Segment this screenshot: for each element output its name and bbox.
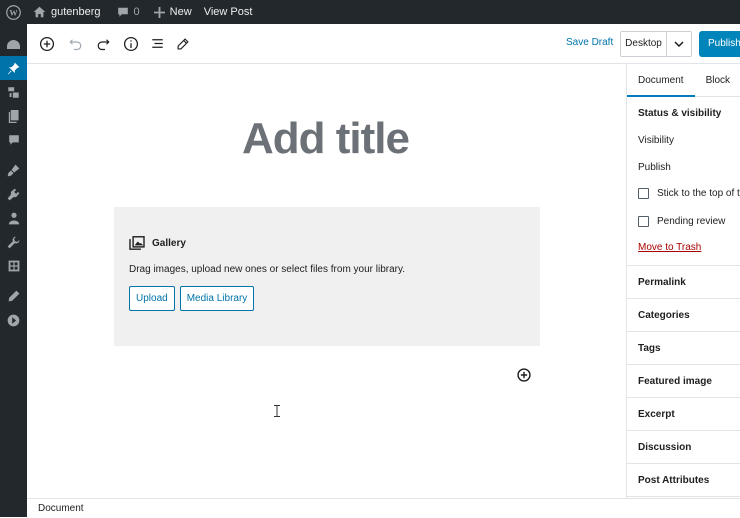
- settings-menu[interactable]: [0, 254, 27, 278]
- tools-button[interactable]: [170, 31, 196, 57]
- block-breadcrumb: Document: [27, 498, 740, 517]
- add-block-button[interactable]: [34, 31, 60, 57]
- editor-canvas: Add title Gallery Drag images, upload ne…: [27, 64, 626, 498]
- visibility-label: Visibility: [638, 135, 674, 146]
- comment-icon: [117, 7, 128, 17]
- permalink-panel[interactable]: Permalink: [627, 266, 740, 299]
- admin-bar: W gutenberg 0 New View Post: [0, 0, 740, 24]
- categories-panel[interactable]: Categories: [627, 299, 740, 332]
- pencil-icon: [8, 290, 19, 302]
- move-to-trash-link[interactable]: Move to Trash: [638, 242, 701, 253]
- users-icon: [8, 212, 19, 224]
- tab-block[interactable]: Block: [695, 64, 740, 97]
- breadcrumb-document[interactable]: Document: [38, 503, 84, 514]
- editor-toolbar: Save Draft Desktop Publish: [27, 24, 740, 64]
- excerpt-panel[interactable]: Excerpt: [627, 398, 740, 431]
- appearance-menu[interactable]: [0, 158, 27, 182]
- settings-sidebar: Document Block Status & visibility Visib…: [626, 64, 740, 498]
- comments-icon: [8, 135, 19, 145]
- info-button[interactable]: [118, 31, 144, 57]
- post-title-input[interactable]: Add title: [242, 114, 410, 164]
- undo-icon: [68, 39, 81, 51]
- save-draft-button[interactable]: Save Draft: [566, 37, 613, 48]
- tab-document[interactable]: Document: [627, 64, 695, 97]
- gallery-description: Drag images, upload new ones or select f…: [129, 264, 406, 275]
- gallery-title: Gallery: [152, 237, 186, 249]
- play-circle-icon: [7, 314, 20, 326]
- collapse-menu[interactable]: [0, 308, 27, 332]
- comments-link[interactable]: 0: [111, 0, 146, 24]
- media-icon: [8, 86, 19, 98]
- device-label: Desktop: [621, 32, 667, 56]
- publish-button[interactable]: Publish: [699, 31, 740, 57]
- device-preview-select[interactable]: Desktop: [620, 31, 692, 57]
- view-post-link[interactable]: View Post: [198, 0, 259, 24]
- redo-icon: [97, 39, 110, 51]
- upload-button[interactable]: Upload: [129, 286, 175, 311]
- wrench-icon: [7, 236, 20, 248]
- paintbrush-icon: [7, 164, 20, 176]
- featured-image-panel[interactable]: Featured image: [627, 365, 740, 398]
- tags-panel[interactable]: Tags: [627, 332, 740, 365]
- pending-review-checkbox[interactable]: [638, 216, 649, 227]
- stick-to-top-checkbox[interactable]: [638, 188, 649, 199]
- plugins-menu[interactable]: [0, 182, 27, 206]
- tools-menu[interactable]: [0, 230, 27, 254]
- plus-circle-icon: [517, 368, 531, 382]
- gallery-icon: [129, 236, 145, 250]
- status-visibility-heading[interactable]: Status & visibility: [638, 108, 721, 119]
- pencil-icon: [177, 37, 189, 49]
- admin-sidebar: [0, 24, 27, 517]
- pushpin-icon: [7, 62, 20, 74]
- plus-circle-icon: [39, 36, 55, 51]
- block-inserter-button[interactable]: [517, 368, 531, 387]
- new-content-link[interactable]: New: [148, 0, 198, 24]
- plugin-icon: [7, 188, 20, 200]
- dashboard-menu[interactable]: [0, 32, 27, 56]
- plus-icon: [153, 6, 165, 18]
- text-cursor-icon: [274, 405, 280, 421]
- view-post-label: View Post: [203, 6, 253, 18]
- redo-button[interactable]: [90, 31, 116, 57]
- media-library-button[interactable]: Media Library: [179, 286, 255, 311]
- gallery-header: Gallery: [129, 236, 186, 250]
- settings-tabs: Document Block: [627, 64, 740, 97]
- stick-to-top-label: Stick to the top of t: [657, 188, 740, 200]
- comments-count: 0: [133, 6, 140, 18]
- publish-date-label: Publish: [638, 162, 671, 173]
- dashboard-icon: [7, 39, 20, 49]
- edit-menu[interactable]: [0, 284, 27, 308]
- pending-review-label: Pending review: [657, 216, 726, 228]
- post-attributes-panel[interactable]: Post Attributes: [627, 464, 740, 497]
- pages-icon: [8, 109, 19, 123]
- outline-button[interactable]: [144, 31, 170, 57]
- settings-icon: [8, 260, 19, 272]
- chevron-down-icon: [667, 41, 691, 47]
- undo-button[interactable]: [62, 31, 88, 57]
- posts-menu[interactable]: [0, 56, 27, 80]
- site-name-link[interactable]: gutenberg: [27, 0, 107, 24]
- new-label: New: [169, 6, 192, 18]
- status-visibility-panel: Status & visibility Visibility Publish S…: [627, 97, 740, 266]
- home-icon: [33, 6, 46, 18]
- info-icon: [123, 36, 139, 51]
- list-icon: [151, 39, 163, 48]
- svg-text:W: W: [9, 8, 18, 17]
- site-name: gutenberg: [51, 6, 101, 18]
- discussion-panel[interactable]: Discussion: [627, 431, 740, 464]
- pending-review-option[interactable]: Pending review: [638, 216, 725, 227]
- comments-menu[interactable]: [0, 128, 27, 152]
- pages-menu[interactable]: [0, 104, 27, 128]
- gallery-block[interactable]: Gallery Drag images, upload new ones or …: [114, 207, 540, 346]
- users-menu[interactable]: [0, 206, 27, 230]
- wordpress-logo-icon[interactable]: W: [0, 0, 27, 24]
- stick-to-top-option[interactable]: Stick to the top of t: [638, 188, 740, 199]
- media-menu[interactable]: [0, 80, 27, 104]
